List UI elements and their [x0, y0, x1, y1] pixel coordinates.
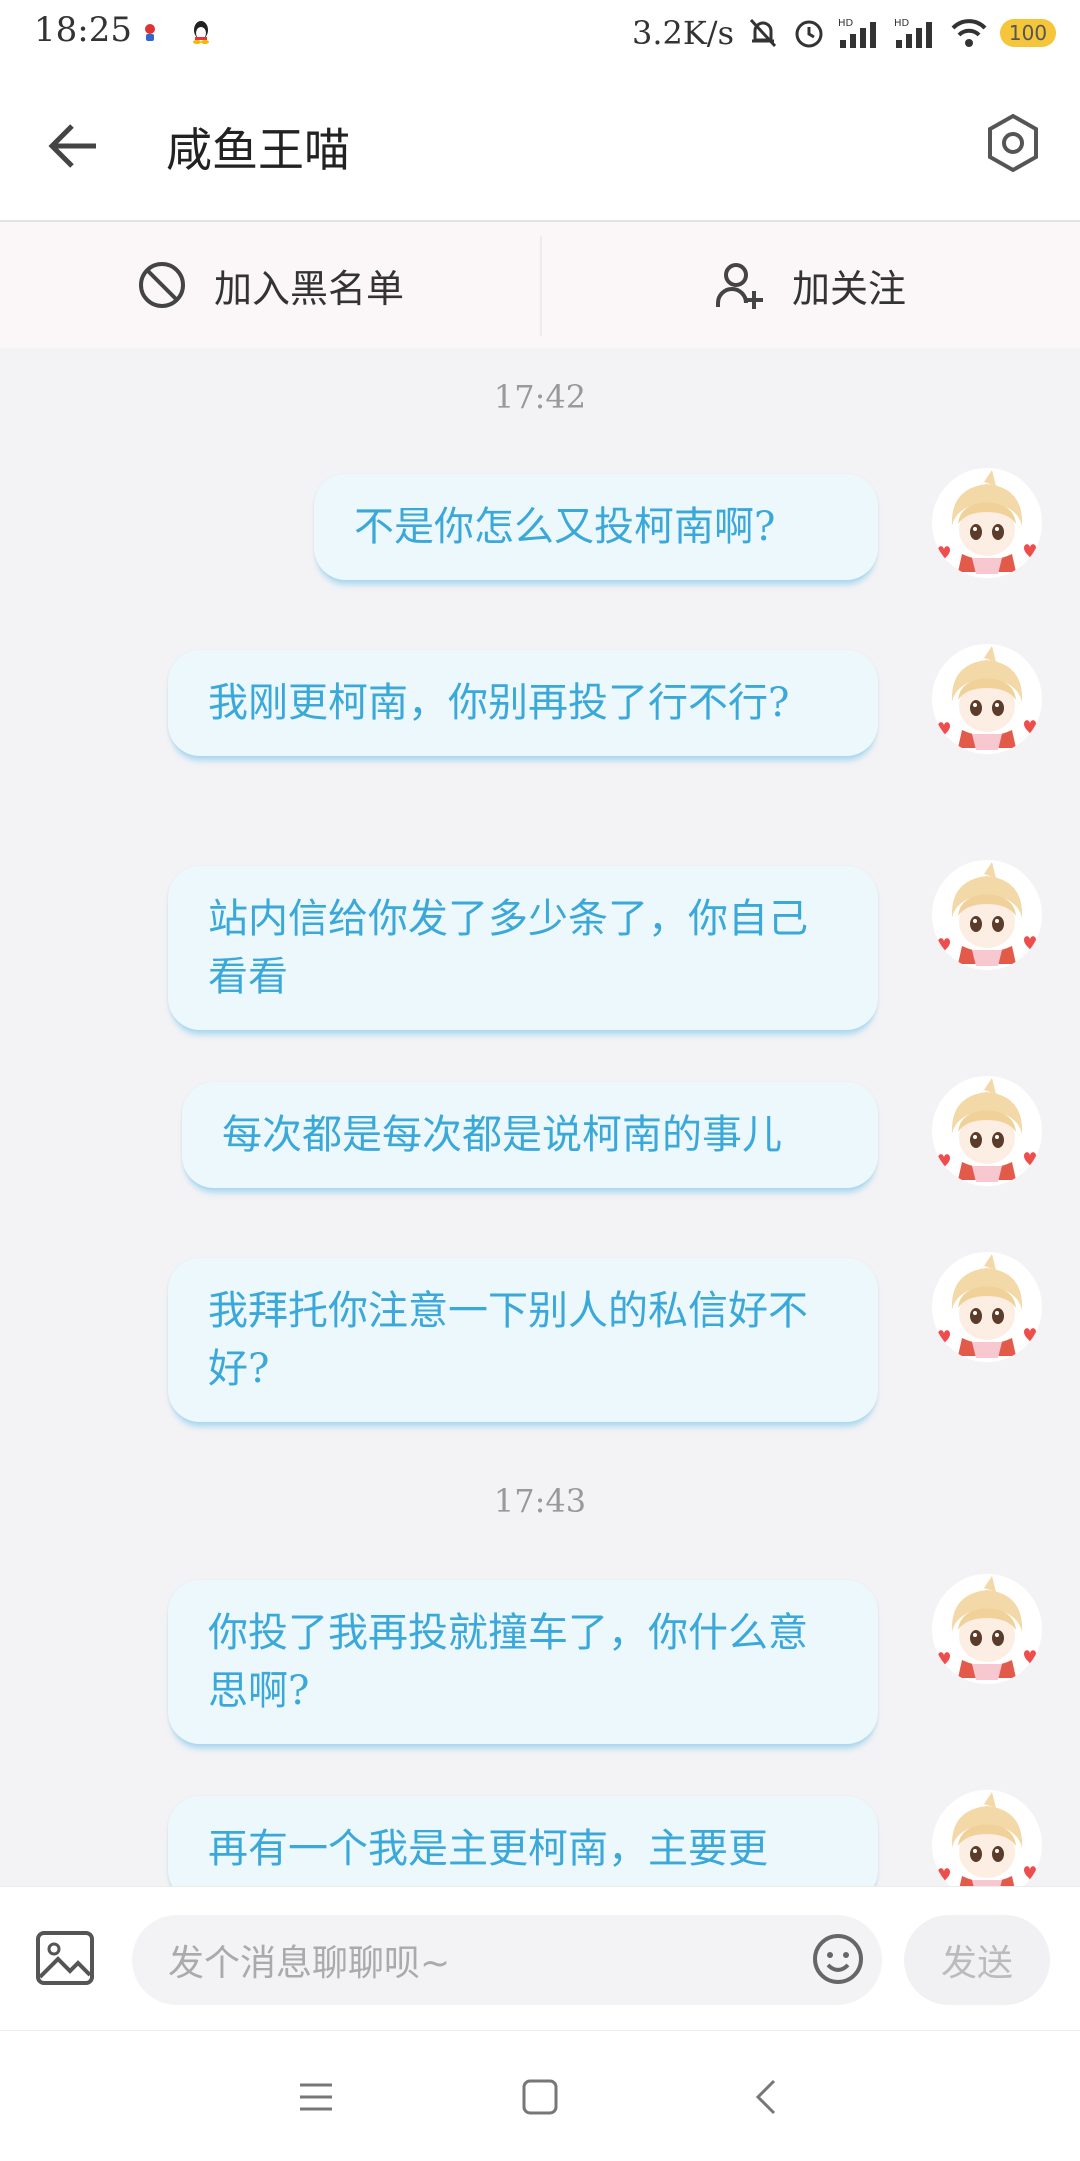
divider [540, 236, 542, 336]
wifi-icon [951, 19, 987, 47]
blacklist-label: 加入黑名单 [213, 266, 404, 311]
page-title: 咸鱼王喵 [166, 123, 350, 177]
qq-icon [193, 21, 209, 44]
avatar[interactable] [932, 1790, 1042, 1886]
status-time: 18:25 [34, 10, 132, 50]
message-bubble[interactable]: 不是你怎么又投柯南啊? [314, 474, 878, 580]
alarm-icon [795, 20, 823, 48]
message-bubble[interactable]: 再有一个我是主更柯南，主要更 [168, 1796, 878, 1886]
avatar[interactable] [932, 1076, 1042, 1186]
message-bubble[interactable]: 我拜托你注意一下别人的私信好不好? [168, 1258, 878, 1422]
message-bubble[interactable]: 站内信给你发了多少条了，你自己看看 [168, 866, 878, 1030]
mute-bell-icon [749, 18, 777, 48]
network-speed: 3.2K/s [632, 14, 734, 52]
back-arrow-icon[interactable] [44, 116, 104, 176]
input-bar: 发个消息聊聊呗~ 发送 [0, 1886, 1080, 2031]
timestamp: 17:43 [493, 1482, 587, 1520]
signal-hd-icon: HD [838, 18, 876, 48]
app-notification-icon [145, 24, 155, 41]
message-list[interactable]: 17:42 不是你怎么又投柯南啊? 我刚更柯南，你别再投了行不行? 站内信给你发… [0, 348, 1080, 1886]
image-icon[interactable] [34, 1927, 96, 1989]
follow-label: 加关注 [791, 266, 906, 311]
emoji-icon[interactable] [810, 1931, 866, 1987]
avatar[interactable] [932, 644, 1042, 754]
battery-indicator: 100 [1000, 19, 1056, 47]
menu-icon[interactable] [294, 2075, 338, 2119]
status-bar: 18:25 3.2K/s HD HD 100 [0, 0, 1080, 66]
home-icon[interactable] [518, 2075, 562, 2119]
system-navigation-bar [0, 2030, 1080, 2161]
add-user-icon [715, 263, 763, 309]
send-button[interactable]: 发送 [904, 1915, 1050, 2005]
action-bar: 加入黑名单 加关注 [0, 222, 1080, 348]
timestamp: 17:42 [493, 378, 587, 416]
block-icon [138, 262, 185, 308]
svg-text:HD: HD [838, 18, 854, 29]
signal-hd-icon: HD [894, 18, 932, 48]
chat-header: 咸鱼王喵 [0, 66, 1080, 222]
message-bubble[interactable]: 我刚更柯南，你别再投了行不行? [168, 650, 878, 756]
svg-text:HD: HD [894, 18, 910, 29]
avatar[interactable] [932, 1574, 1042, 1684]
message-bubble[interactable]: 每次都是每次都是说柯南的事儿 [182, 1082, 878, 1188]
message-input[interactable]: 发个消息聊聊呗~ [132, 1915, 882, 2005]
blacklist-button[interactable]: 加入黑名单 [0, 222, 540, 348]
back-icon[interactable] [746, 2075, 790, 2119]
follow-button[interactable]: 加关注 [540, 222, 1080, 348]
avatar[interactable] [932, 860, 1042, 970]
avatar[interactable] [932, 1252, 1042, 1362]
hexagon-settings-icon[interactable] [982, 112, 1044, 174]
message-bubble[interactable]: 你投了我再投就撞车了，你什么意思啊? [168, 1580, 878, 1744]
avatar[interactable] [932, 468, 1042, 578]
